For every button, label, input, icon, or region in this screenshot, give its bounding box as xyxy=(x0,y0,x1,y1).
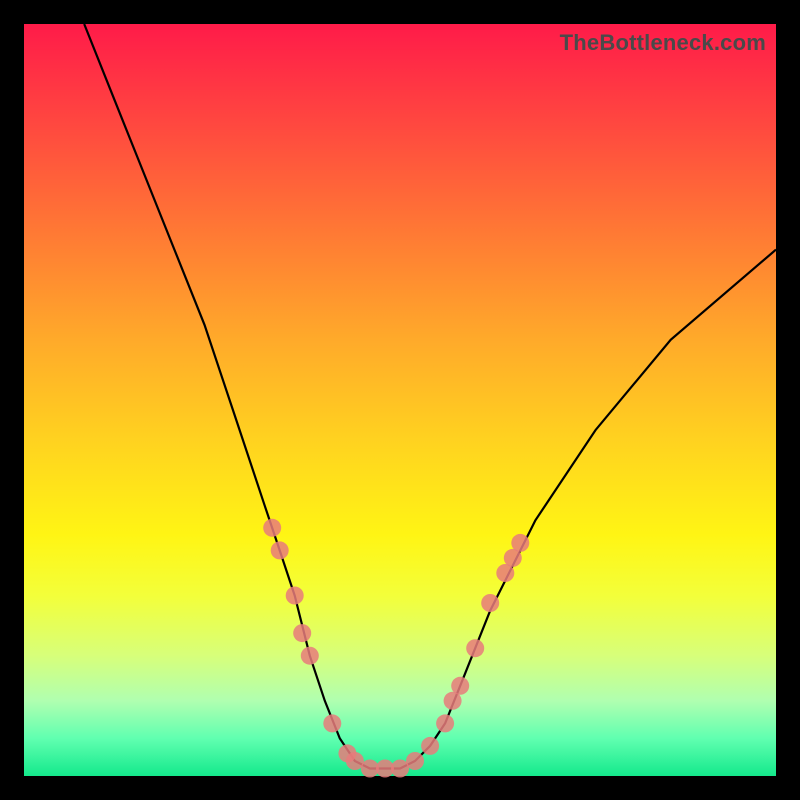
plot-area: TheBottleneck.com xyxy=(24,24,776,776)
curve-dot xyxy=(263,519,281,537)
curve-dot xyxy=(481,594,499,612)
curve-svg xyxy=(24,24,776,776)
curve-dot xyxy=(436,714,454,732)
curve-dot xyxy=(406,752,424,770)
curve-dots-group xyxy=(263,519,529,778)
bottleneck-curve xyxy=(84,24,776,769)
curve-dot xyxy=(511,534,529,552)
curve-dot xyxy=(323,714,341,732)
chart-frame: TheBottleneck.com xyxy=(0,0,800,800)
curve-dot xyxy=(466,639,484,657)
curve-dot xyxy=(293,624,311,642)
curve-dot xyxy=(451,677,469,695)
curve-dot xyxy=(271,541,289,559)
curve-dot xyxy=(286,587,304,605)
curve-dot xyxy=(421,737,439,755)
curve-dot xyxy=(301,647,319,665)
